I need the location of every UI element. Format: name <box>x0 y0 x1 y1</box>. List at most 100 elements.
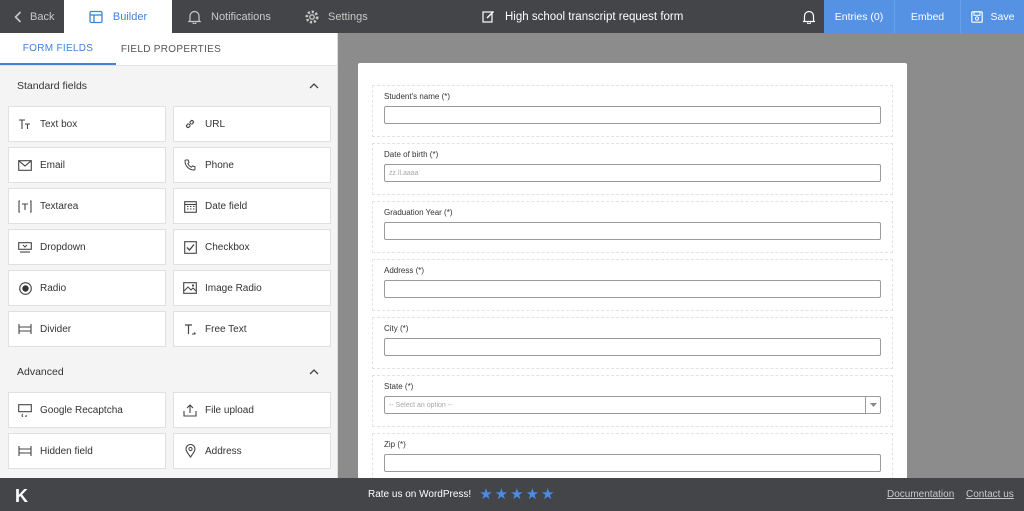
field-label: Text box <box>40 118 78 130</box>
field-label: State (*) <box>384 382 414 391</box>
field-checkbox[interactable]: Checkbox <box>173 229 331 265</box>
floppy-disk-icon <box>970 10 983 23</box>
tab-settings[interactable]: Settings <box>288 0 384 33</box>
date-input[interactable]: zz.ll.aaaa <box>384 164 881 182</box>
form-field-date-of-birth[interactable]: Date of birth (*) zz.ll.aaaa <box>372 143 893 195</box>
field-label: Date of birth (*) <box>384 150 439 159</box>
sidebar-tabs: FORM FIELDS FIELD PROPERTIES <box>0 33 337 66</box>
field-date[interactable]: Date field <box>173 188 331 224</box>
tab-builder[interactable]: Builder <box>64 0 172 33</box>
form-field-state[interactable]: State (*) -- Select an option -- <box>372 375 893 427</box>
contact-link[interactable]: Contact us <box>966 489 1014 500</box>
field-label: Email <box>40 159 66 171</box>
advanced-fields-title: Advanced <box>17 366 64 378</box>
field-label: Date field <box>205 200 248 212</box>
image-icon <box>183 281 197 295</box>
star-icon: ★ <box>494 486 509 503</box>
tab-form-fields[interactable]: FORM FIELDS <box>0 33 116 65</box>
form-title-text: High school transcript request form <box>505 10 684 23</box>
field-text-box[interactable]: Text box <box>8 106 166 142</box>
star-icon: ★ <box>510 486 524 503</box>
embed-button[interactable]: Embed <box>894 0 960 33</box>
field-radio[interactable]: Radio <box>8 270 166 306</box>
phone-icon <box>183 158 197 172</box>
alerts-button[interactable] <box>794 0 824 33</box>
field-dropdown[interactable]: Dropdown <box>8 229 166 265</box>
chevron-up-icon <box>309 369 319 375</box>
form-title[interactable]: High school transcript request form <box>482 0 683 33</box>
field-url[interactable]: URL <box>173 106 331 142</box>
builder-label: Builder <box>112 10 148 23</box>
tab-field-properties[interactable]: FIELD PROPERTIES <box>116 33 226 65</box>
star-icon: ★ <box>541 486 555 503</box>
field-label: Address (*) <box>384 266 425 275</box>
free-text-icon <box>183 322 197 336</box>
save-button[interactable]: Save <box>960 0 1024 33</box>
rate-label: Rate us on WordPress! <box>368 489 472 500</box>
envelope-icon <box>18 158 32 172</box>
chevron-up-icon <box>309 83 319 89</box>
star-icon: ★ <box>479 486 493 503</box>
textarea-icon <box>18 199 32 213</box>
field-label: Address <box>205 445 242 457</box>
entries-button[interactable]: Entries (0) <box>824 0 894 33</box>
chevron-left-icon <box>14 10 22 23</box>
rating-stars[interactable]: ★ ★ ★ ★ ★ <box>479 487 554 502</box>
field-label: City (*) <box>384 324 409 333</box>
field-label: Google Recaptcha <box>40 404 123 416</box>
form-field-address[interactable]: Address (*) <box>372 259 893 311</box>
field-email[interactable]: Email <box>8 147 166 183</box>
tab-notifications[interactable]: Notifications <box>172 0 288 33</box>
dropdown-icon <box>18 240 32 254</box>
form-field-graduation-year[interactable]: Graduation Year (*) <box>372 201 893 253</box>
field-image-radio[interactable]: Image Radio <box>173 270 331 306</box>
field-address[interactable]: Address <box>173 433 331 469</box>
notifications-label: Notifications <box>211 10 271 23</box>
field-label: Textarea <box>40 200 79 212</box>
field-label: Divider <box>40 323 72 335</box>
save-label: Save <box>990 10 1015 23</box>
field-label: Student's name (*) <box>384 92 451 101</box>
form-field-student-name[interactable]: Student's name (*) <box>372 85 893 137</box>
field-textarea[interactable]: Textarea <box>8 188 166 224</box>
field-label: Graduation Year (*) <box>384 208 453 217</box>
form-field-city[interactable]: City (*) <box>372 317 893 369</box>
field-google-recaptcha[interactable]: Google Recaptcha <box>8 392 166 428</box>
field-free-text[interactable]: Free Text <box>173 311 331 347</box>
hidden-field-icon <box>18 444 32 458</box>
form-field-zip[interactable]: Zip (*) <box>372 433 893 478</box>
field-label: Checkbox <box>205 241 250 253</box>
field-hidden[interactable]: Hidden field <box>8 433 166 469</box>
field-label: File upload <box>205 404 254 416</box>
field-label: Free Text <box>205 323 247 335</box>
bell-icon <box>803 10 815 24</box>
field-label: Image Radio <box>205 282 262 294</box>
rate-us[interactable]: Rate us on WordPress! ★ ★ ★ ★ ★ <box>368 478 554 511</box>
field-phone[interactable]: Phone <box>173 147 331 183</box>
back-label: Back <box>30 10 55 23</box>
text-input[interactable] <box>384 338 881 356</box>
text-input[interactable] <box>384 106 881 124</box>
text-input[interactable] <box>384 280 881 298</box>
field-file-upload[interactable]: File upload <box>173 392 331 428</box>
back-button[interactable]: Back <box>0 0 64 33</box>
divider-icon <box>18 322 32 336</box>
field-label: Dropdown <box>40 241 86 253</box>
field-divider[interactable]: Divider <box>8 311 166 347</box>
advanced-fields-header[interactable]: Advanced <box>0 352 337 392</box>
standard-fields-header[interactable]: Standard fields <box>0 66 337 106</box>
form-canvas: Student's name (*) Date of birth (*) zz.… <box>339 33 1024 478</box>
brand-logo: K <box>15 486 28 506</box>
location-pin-icon <box>183 444 197 458</box>
settings-label: Settings <box>328 10 368 23</box>
state-select[interactable]: -- Select an option -- <box>384 396 881 414</box>
text-input[interactable] <box>384 454 881 472</box>
field-label: Radio <box>40 282 67 294</box>
text-input[interactable] <box>384 222 881 240</box>
gear-icon <box>305 10 319 23</box>
select-placeholder: -- Select an option -- <box>389 401 453 409</box>
documentation-link[interactable]: Documentation <box>887 489 954 500</box>
form-preview: Student's name (*) Date of birth (*) zz.… <box>358 63 907 478</box>
sidebar: FORM FIELDS FIELD PROPERTIES Standard fi… <box>0 33 338 478</box>
field-label: URL <box>205 118 226 130</box>
